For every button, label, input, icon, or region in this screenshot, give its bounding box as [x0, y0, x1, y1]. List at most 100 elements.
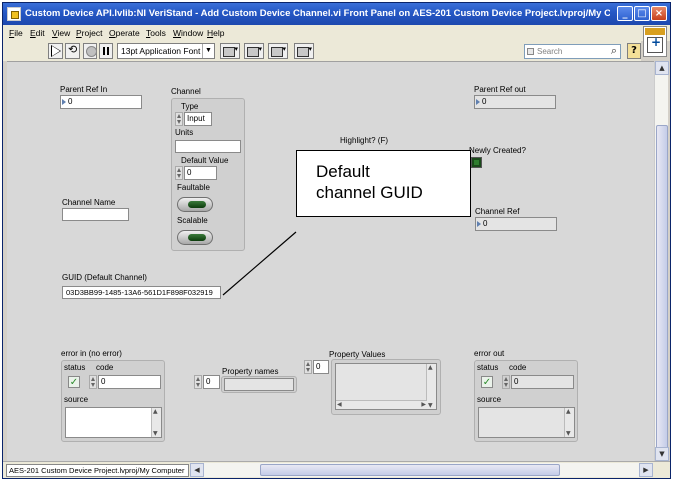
vi-front-panel-window: Custom Device API.lvlib:NI VeriStand - A…	[2, 2, 671, 479]
search-icon[interactable]: ⌕	[611, 45, 617, 58]
error-in-label: error in (no error)	[61, 349, 122, 358]
scroll-left-icon[interactable]: ◀	[337, 401, 342, 408]
parent-ref-in-label: Parent Ref In	[60, 85, 108, 94]
callout-line-1: Default	[316, 162, 370, 181]
property-values-label: Property Values	[329, 350, 386, 359]
search-placeholder: Search	[537, 47, 563, 56]
window-title: Custom Device API.lvlib:NI VeriStand - A…	[25, 8, 610, 19]
default-value-field[interactable]: 0	[184, 166, 217, 180]
scalable-toggle[interactable]	[177, 230, 213, 245]
property-values-index[interactable]: 0	[313, 360, 329, 374]
highlight-label: Highlight? (F)	[340, 136, 389, 145]
faultable-toggle[interactable]	[177, 197, 213, 212]
callout-line-2: channel GUID	[316, 183, 423, 202]
type-ring-arrows[interactable]	[175, 112, 183, 126]
error-out-source-label: source	[477, 395, 502, 404]
default-guid-callout: Default channel GUID	[296, 150, 471, 217]
menu-window[interactable]: Window	[173, 28, 203, 38]
abort-icon[interactable]	[83, 43, 97, 59]
newly-created-label: Newly Created?	[469, 146, 526, 155]
menu-tools[interactable]: Tools	[146, 28, 166, 38]
error-out-cluster: status code ✓ 0 source	[474, 360, 578, 442]
error-in-source-scrollbar[interactable]	[151, 408, 161, 437]
scroll-down-icon[interactable]: ▼	[655, 447, 669, 461]
help-icon[interactable]: ?	[627, 43, 641, 59]
error-in-source-field[interactable]	[65, 407, 162, 438]
error-out-code-indicator: 0	[511, 375, 574, 389]
menu-bar: File Edit View Project Operate Tools Win…	[3, 25, 670, 41]
error-in-code-stepper[interactable]	[89, 375, 97, 389]
property-names-label: Property names	[222, 367, 279, 376]
channel-name-label: Channel Name	[62, 198, 116, 207]
menu-edit[interactable]: Edit	[30, 28, 45, 38]
channel-ref-indicator: 0	[475, 217, 557, 231]
scroll-right-icon[interactable]: ▶	[639, 463, 653, 477]
channel-name-field[interactable]	[62, 208, 129, 221]
search-scope-icon	[527, 48, 534, 55]
error-out-source-indicator	[478, 407, 575, 438]
property-values-vscrollbar[interactable]	[426, 364, 436, 409]
scroll-left-icon[interactable]: ◀	[190, 463, 204, 477]
scroll-right-icon[interactable]: ▶	[421, 401, 426, 408]
error-in-status-label: status	[64, 363, 86, 372]
project-path: AES-201 Custom Device Project.lvproj/My …	[6, 464, 189, 477]
title-bar[interactable]: Custom Device API.lvlib:NI VeriStand - A…	[3, 3, 670, 25]
error-in-status-check-icon[interactable]: ✓	[68, 376, 80, 388]
pause-icon[interactable]	[99, 43, 113, 59]
property-values-index-stepper[interactable]	[304, 360, 312, 374]
parent-ref-out-indicator: 0	[474, 95, 556, 109]
menu-view[interactable]: View	[52, 28, 70, 38]
error-out-status-label: status	[477, 363, 499, 372]
menu-operate[interactable]: Operate	[109, 28, 140, 38]
units-field[interactable]	[175, 140, 241, 153]
align-objects-icon[interactable]	[220, 43, 240, 59]
type-label: Type	[181, 102, 199, 111]
property-names-element	[224, 378, 294, 391]
menu-help[interactable]: Help	[207, 28, 224, 38]
menu-project[interactable]: Project	[76, 28, 102, 38]
horizontal-scrollbar[interactable]: ◀ ▶	[190, 463, 653, 477]
scroll-up-icon[interactable]: ▲	[655, 61, 669, 75]
minimize-icon[interactable]: _	[617, 6, 633, 21]
close-icon[interactable]: ×	[651, 6, 667, 21]
default-value-stepper[interactable]	[175, 166, 183, 180]
units-label: Units	[175, 128, 194, 137]
run-continuously-icon[interactable]	[65, 43, 80, 59]
property-names-index[interactable]: 0	[203, 375, 220, 389]
error-out-status-check-icon: ✓	[481, 376, 493, 388]
resize-objects-icon[interactable]	[268, 43, 288, 59]
chevron-down-icon: ▼	[202, 44, 214, 58]
property-values-array: ◀ ▶	[331, 359, 441, 415]
parent-ref-in-control[interactable]: 0	[60, 95, 142, 109]
error-out-source-scrollbar[interactable]	[564, 408, 574, 437]
faultable-label: Faultable	[177, 183, 210, 192]
error-out-code-arrows	[502, 375, 510, 389]
distribute-objects-icon[interactable]	[244, 43, 264, 59]
property-values-element: ◀ ▶	[335, 363, 437, 410]
vi-icon	[7, 7, 21, 21]
vertical-scroll-thumb[interactable]	[656, 125, 668, 457]
scalable-label: Scalable	[177, 216, 208, 225]
font-select[interactable]: 13pt Application Font ▼	[117, 43, 215, 59]
vertical-scrollbar[interactable]: ▲ ▼	[654, 61, 669, 461]
property-names-array	[221, 376, 297, 393]
guid-field[interactable]: 03D3BB99-1485-13A6-561D1F898F032919	[62, 286, 221, 299]
parent-ref-out-label: Parent Ref out	[474, 85, 526, 94]
menu-file[interactable]: File	[9, 28, 23, 38]
type-ring[interactable]: Input	[184, 112, 212, 126]
vi-connector-icon[interactable]	[643, 26, 667, 57]
property-names-index-stepper[interactable]	[194, 375, 202, 389]
channel-cluster: Type Input Units Default Value 0 Faultab…	[171, 98, 245, 251]
error-in-code-field[interactable]: 0	[98, 375, 161, 389]
horizontal-scroll-thumb[interactable]	[260, 464, 560, 476]
font-select-value: 13pt Application Font	[121, 46, 201, 56]
property-values-hscrollbar[interactable]: ◀ ▶	[336, 400, 427, 409]
error-out-code-label: code	[509, 363, 527, 372]
run-arrow-icon[interactable]	[48, 43, 63, 59]
newly-created-led	[471, 157, 482, 168]
default-value-label: Default Value	[181, 156, 229, 165]
reorder-icon[interactable]	[294, 43, 314, 59]
maximize-icon[interactable]: □	[634, 6, 650, 21]
search-input[interactable]: Search ⌕	[524, 44, 621, 59]
channel-ref-label: Channel Ref	[475, 207, 520, 216]
